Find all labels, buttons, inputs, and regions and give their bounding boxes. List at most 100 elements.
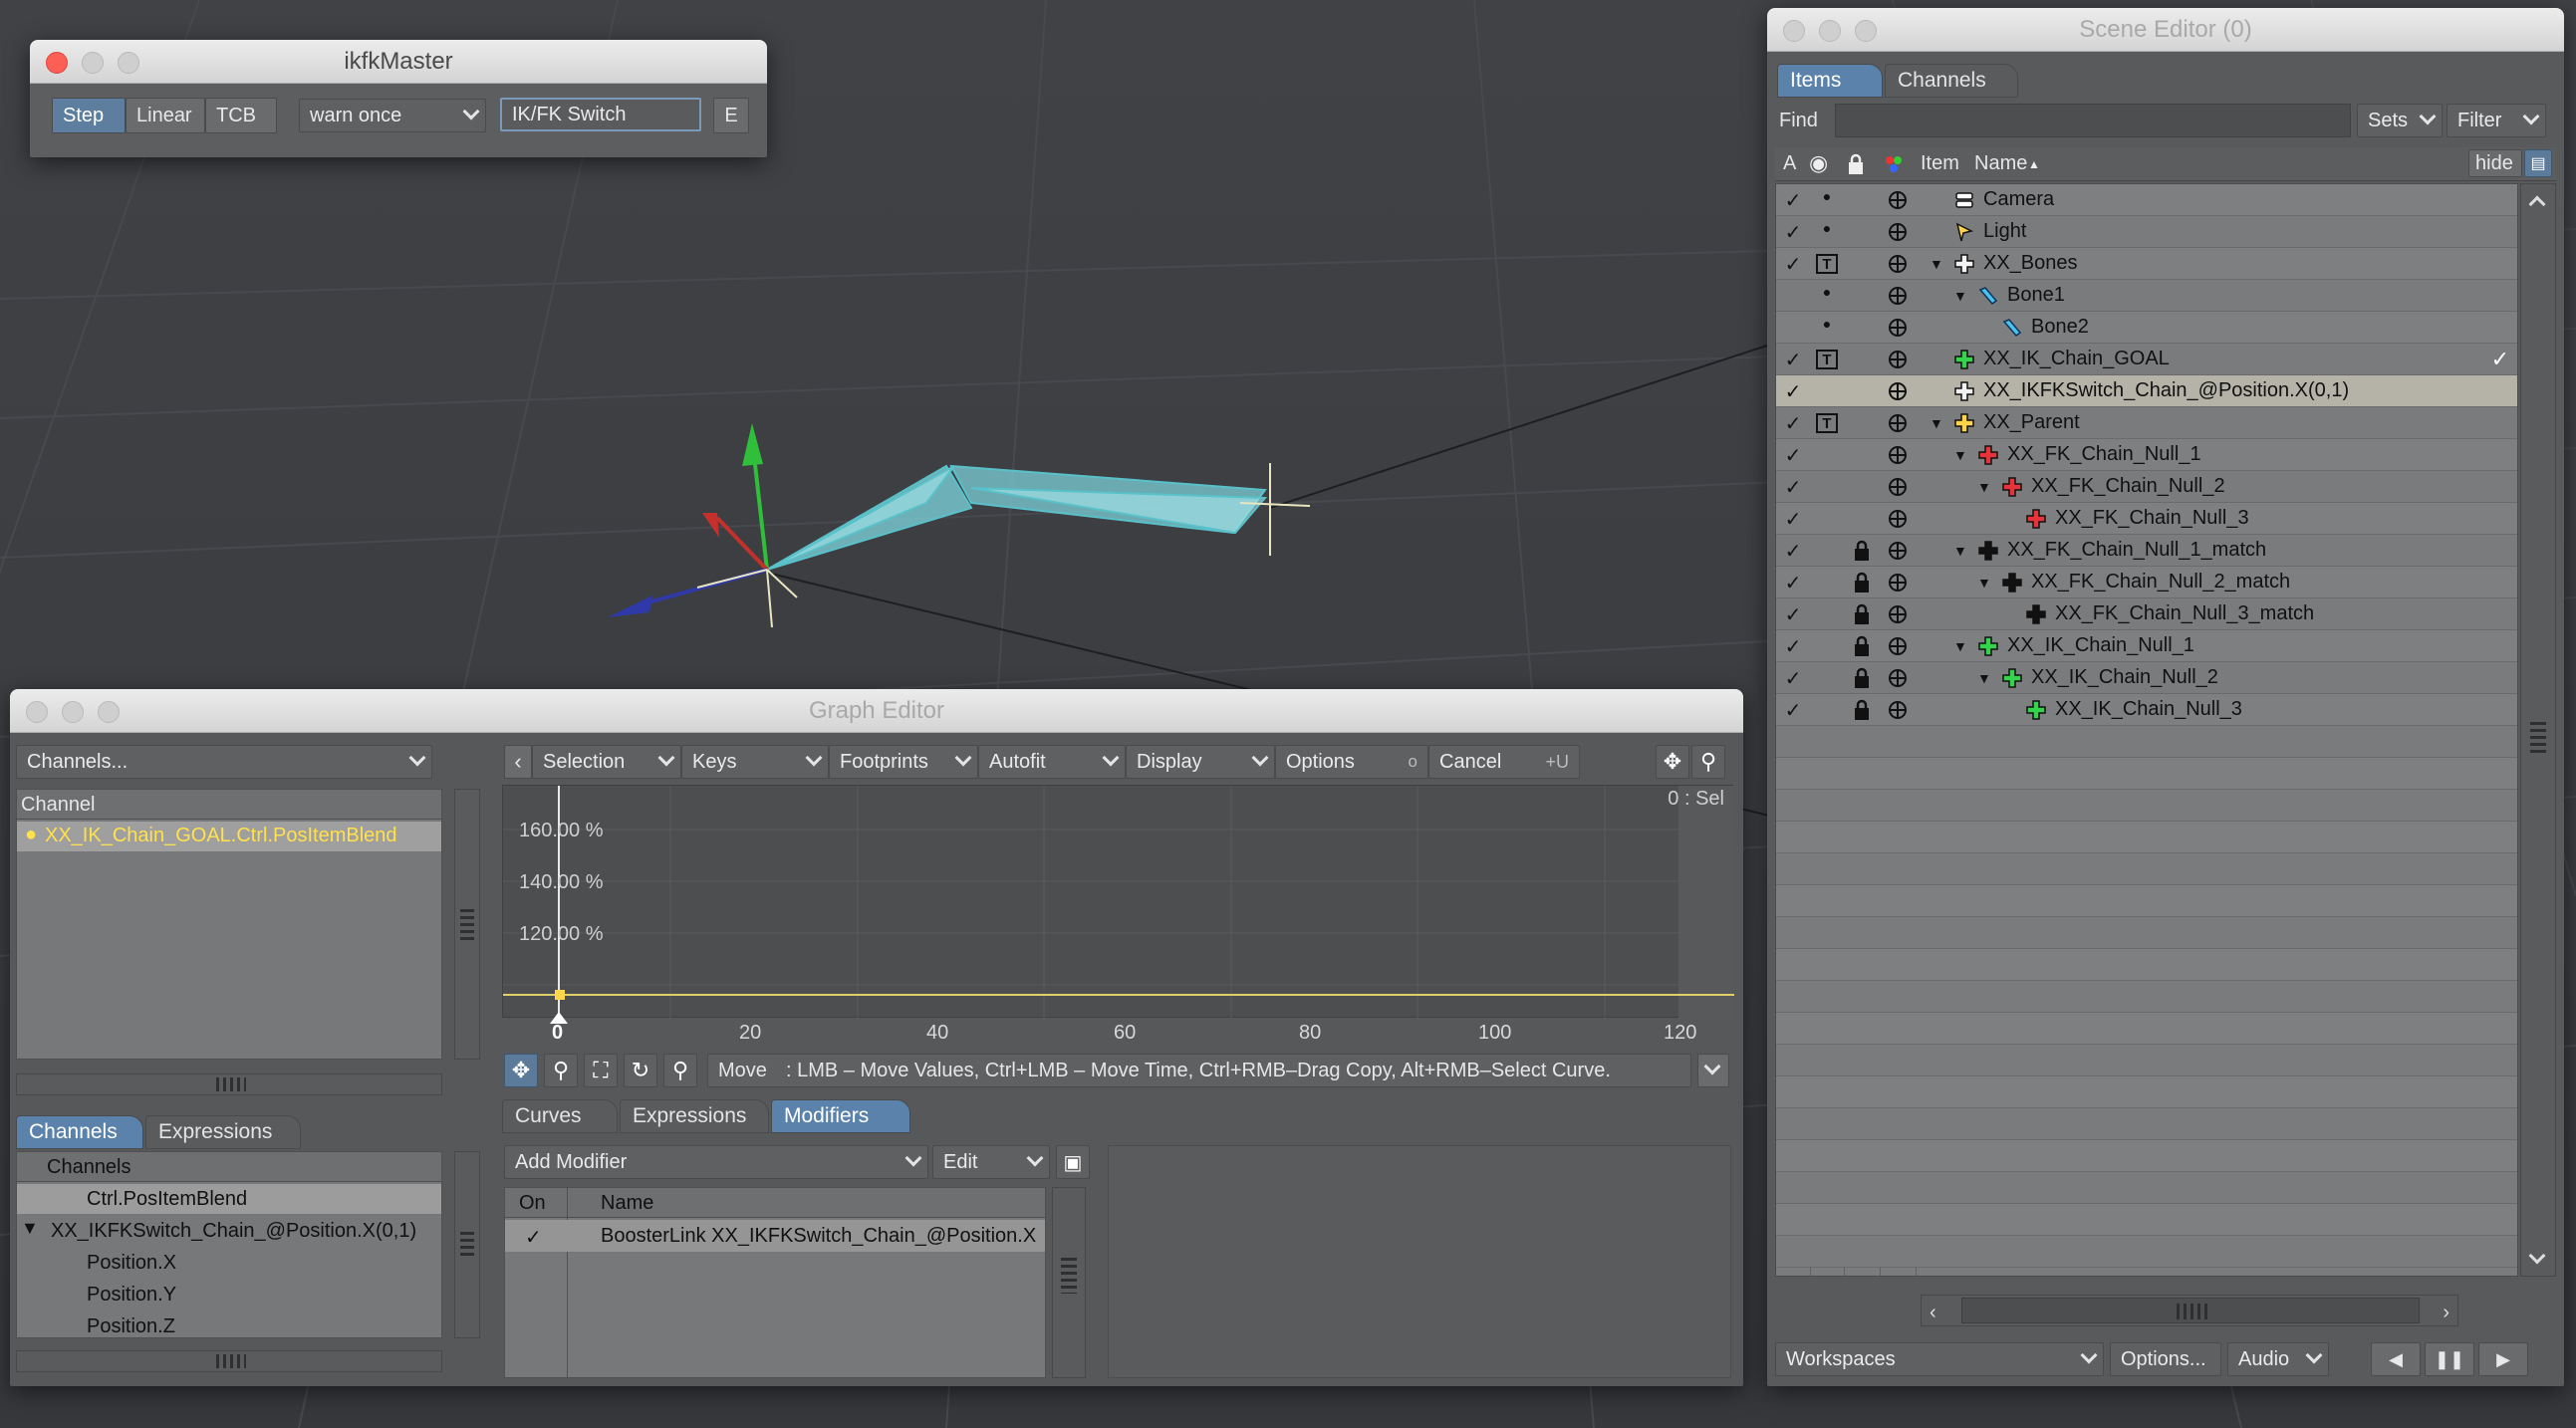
scene-list-scrollbar[interactable] — [2520, 183, 2556, 1277]
tab-expressions[interactable]: Expressions — [620, 1099, 769, 1133]
scene-item-row[interactable]: ✓ T ▼ XX_Parent — [1776, 407, 2517, 439]
scene-item-row[interactable]: ✓ ▼ XX_FK_Chain_Null_2 — [1776, 471, 2517, 503]
active-check[interactable]: ✓ — [1776, 571, 1810, 595]
expand-arrow-icon[interactable]: ▼ — [1953, 638, 1967, 654]
display-dropdown[interactable]: Display — [1126, 745, 1275, 779]
render-target-icon[interactable] — [1888, 700, 1908, 725]
scene-item-row[interactable]: ✓ XX_IKFKSwitch_Chain_@Position.X(0,1) — [1776, 375, 2517, 407]
render-target-icon[interactable] — [1888, 222, 1908, 247]
render-target-icon[interactable] — [1888, 477, 1908, 502]
scroll-up-icon[interactable] — [2528, 195, 2546, 213]
scroll-grip[interactable] — [2530, 722, 2546, 756]
active-check[interactable]: ✓ — [1776, 443, 1810, 468]
render-target-icon[interactable] — [1888, 636, 1908, 661]
play-button[interactable]: ▶ — [2478, 1342, 2528, 1376]
close-icon[interactable] — [1783, 20, 1805, 42]
channel-list[interactable]: Channel ● XX_IK_Chain_GOAL.Ctrl.PosItemB… — [16, 789, 442, 1060]
expand-arrow-icon[interactable]: ▼ — [1953, 447, 1967, 463]
key-point[interactable] — [555, 990, 565, 1000]
modifier-on-check[interactable]: ✓ — [525, 1225, 542, 1250]
step-button[interactable]: Step — [52, 98, 126, 133]
render-target-icon[interactable] — [1888, 381, 1908, 406]
zoom-icon[interactable] — [98, 701, 120, 723]
keys-dropdown[interactable]: Keys — [681, 745, 829, 779]
visibility-dot[interactable]: ● — [1810, 284, 1844, 300]
expand-arrow-icon[interactable]: ▼ — [1930, 415, 1943, 431]
zoom-icon[interactable] — [1855, 20, 1877, 42]
scene-item-row[interactable]: ✓ ▼ XX_IK_Chain_Null_2 — [1776, 662, 2517, 694]
col-active[interactable]: A — [1783, 152, 1796, 175]
pause-button[interactable]: ❚❚ — [2425, 1342, 2474, 1376]
active-check[interactable]: ✓ — [1776, 666, 1810, 691]
color-icon[interactable] — [1885, 155, 1903, 173]
sets-dropdown[interactable]: Sets — [2357, 104, 2443, 137]
active-check[interactable]: ✓ — [1776, 220, 1810, 245]
lock-icon[interactable] — [1853, 667, 1871, 694]
active-check[interactable]: ✓ — [1776, 634, 1810, 659]
step-back-button[interactable]: ◀ — [2371, 1342, 2421, 1376]
render-target-icon[interactable] — [1888, 254, 1908, 279]
stretch-icon[interactable]: ⛶ — [584, 1054, 618, 1087]
tab-curves[interactable]: Curves — [502, 1099, 618, 1133]
render-target-icon[interactable] — [1888, 573, 1908, 597]
expand-arrow-icon[interactable]: ▼ — [21, 1218, 39, 1239]
render-target-icon[interactable] — [1888, 350, 1908, 374]
item-check-mark[interactable]: ✓ — [2491, 347, 2509, 372]
scene-item-row[interactable]: ✓ XX_FK_Chain_Null_3 — [1776, 503, 2517, 535]
expand-arrow-icon[interactable]: ▼ — [1977, 670, 1991, 686]
active-check[interactable]: ✓ — [1776, 698, 1810, 723]
col-item[interactable]: Item — [1921, 152, 1959, 175]
sort-arrow-icon[interactable]: ▲ — [2028, 157, 2040, 171]
scene-item-row[interactable]: ✓ ▼ XX_IK_Chain_Null_1 — [1776, 630, 2517, 662]
zoom-icon[interactable] — [118, 52, 139, 74]
hide-button[interactable]: hide — [2468, 149, 2522, 177]
render-target-icon[interactable] — [1888, 668, 1908, 693]
pan-icon[interactable]: ✥ — [1656, 745, 1689, 779]
hscroll-grip[interactable] — [2177, 1304, 2208, 1319]
modifier-list-scrollbar[interactable] — [1052, 1187, 1086, 1378]
scene-item-row[interactable]: ✓ ● Light — [1776, 216, 2517, 248]
expand-arrow-icon[interactable]: ▼ — [1953, 543, 1967, 559]
channel-tree-item[interactable]: Position.Z — [87, 1315, 175, 1338]
clipboard-icon[interactable]: ▣ — [1056, 1145, 1090, 1179]
tab-items[interactable]: Items — [1777, 64, 1883, 98]
edit-dropdown[interactable]: Edit — [932, 1145, 1050, 1179]
scene-item-row[interactable]: ● ▼ Bone1 — [1776, 280, 2517, 312]
active-check[interactable]: ✓ — [1776, 411, 1810, 436]
col-name[interactable]: Name — [1974, 152, 2027, 175]
bone-chain[interactable] — [766, 464, 1268, 571]
minimize-icon[interactable] — [82, 52, 104, 74]
selected-channel-row[interactable]: ● XX_IK_Chain_GOAL.Ctrl.PosItemBlend — [17, 822, 441, 851]
render-target-icon[interactable] — [1888, 413, 1908, 438]
tab-channels-left[interactable]: Channels — [16, 1115, 143, 1149]
texture-icon[interactable]: T — [1816, 413, 1838, 433]
expand-arrow-icon[interactable]: ▼ — [1953, 288, 1967, 304]
channel-list-scrollbar[interactable] — [454, 789, 480, 1060]
render-target-icon[interactable] — [1888, 445, 1908, 470]
channel-list-hscroll[interactable] — [16, 1073, 442, 1095]
zoom-magnifier-icon[interactable]: ⚲ — [1691, 745, 1725, 779]
channel-tree-item[interactable]: XX_IKFKSwitch_Chain_@Position.X(0,1) — [51, 1220, 416, 1243]
close-icon[interactable] — [26, 701, 48, 723]
tcb-button[interactable]: TCB — [205, 98, 277, 133]
expand-arrow-icon[interactable]: ▼ — [1977, 575, 1991, 591]
ikfk-switch-field[interactable]: IK/FK Switch — [500, 98, 701, 131]
scene-item-row[interactable]: ✓ XX_FK_Chain_Null_3_match — [1776, 598, 2517, 630]
channel-tree-hscroll[interactable] — [16, 1350, 442, 1372]
move-tool-icon[interactable]: ✥ — [504, 1054, 538, 1087]
scene-item-row[interactable]: ✓ ▼ XX_FK_Chain_Null_2_match — [1776, 567, 2517, 598]
time-ruler[interactable]: 0 20 40 60 80 100 120 — [502, 1012, 1733, 1050]
lock-icon[interactable] — [1847, 153, 1865, 174]
tab-channels[interactable]: Channels — [1885, 64, 2018, 98]
modifier-row-name[interactable]: BoosterLink XX_IKFKSwitch_Chain_@Positio… — [601, 1225, 1039, 1248]
options-button[interactable]: Options... — [2110, 1342, 2221, 1376]
minimize-icon[interactable] — [62, 701, 84, 723]
cancel-button[interactable]: Cancel +U — [1428, 745, 1580, 779]
graph-editor-titlebar[interactable]: Graph Editor — [10, 689, 1743, 733]
expand-arrow-icon[interactable]: ▼ — [1977, 479, 1991, 495]
warn-dropdown[interactable]: warn once — [299, 99, 486, 132]
scene-editor-titlebar[interactable]: Scene Editor (0) — [1767, 8, 2564, 52]
eye-icon[interactable]: ◉ — [1809, 150, 1828, 176]
texture-icon[interactable]: T — [1816, 350, 1838, 369]
render-target-icon[interactable] — [1888, 509, 1908, 534]
